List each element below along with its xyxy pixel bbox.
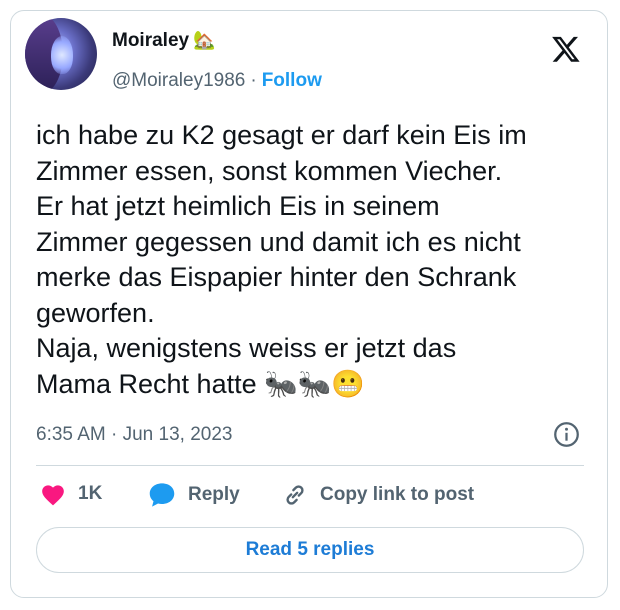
avatar[interactable] (25, 18, 97, 90)
link-icon (286, 485, 304, 505)
read-replies-label: Read 5 replies (245, 539, 375, 560)
display-name[interactable]: Moiraley (112, 30, 189, 51)
separator-dot: · (250, 70, 257, 91)
divider (36, 465, 584, 466)
copy-link-label: Copy link to post (320, 484, 475, 505)
tweet-text: ich habe zu K2 gesagt er darf kein Eis i… (36, 120, 527, 399)
like-button[interactable]: 1K (40, 482, 102, 506)
x-logo-icon[interactable] (551, 34, 581, 64)
read-replies-button[interactable]: Read 5 replies (36, 527, 584, 573)
timestamp[interactable]: 6:35 AM · Jun 13, 2023 (36, 424, 232, 446)
house-emoji: 🏡 (193, 30, 216, 50)
reply-button[interactable]: Reply (148, 482, 240, 508)
reply-label: Reply (188, 484, 240, 505)
copy-link-button[interactable]: Copy link to post (282, 482, 474, 508)
info-icon[interactable] (553, 421, 580, 448)
author-handle[interactable]: @Moiraley1986 (112, 70, 245, 91)
follow-button[interactable]: Follow (262, 70, 322, 91)
author-name[interactable]: Moiraley 🏡 (112, 30, 216, 52)
speech-bubble-icon (149, 483, 175, 507)
handle-row: @Moiraley1986 · Follow (112, 70, 322, 92)
heart-icon (42, 485, 64, 506)
like-count: 1K (78, 483, 103, 504)
